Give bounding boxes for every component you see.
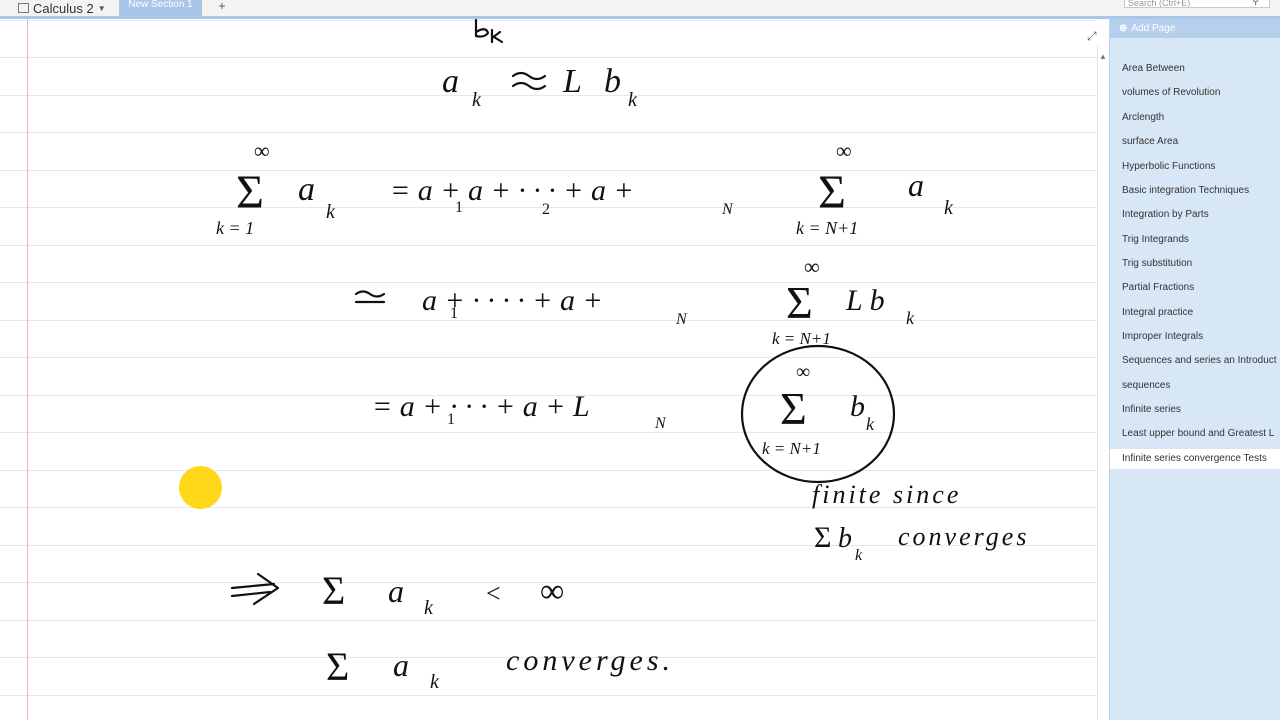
svg-text:a: a	[388, 573, 404, 609]
svg-text:<: <	[486, 579, 501, 608]
page-item[interactable]: Integral practice	[1110, 303, 1280, 323]
page-item[interactable]: Basic integration Techniques	[1110, 181, 1280, 201]
tab-section-active[interactable]: New Section 1	[119, 0, 202, 16]
svg-text:2: 2	[542, 201, 550, 218]
plus-icon: ⊕	[1119, 23, 1128, 34]
svg-text:k: k	[472, 89, 482, 111]
svg-text:b: b	[850, 390, 865, 423]
expand-icon[interactable]: ⤢	[1087, 29, 1097, 44]
handwritten-math: a k L b k ∞ Σ k = 1 a k = a + a + · · · …	[216, 19, 1029, 693]
svg-text:∞: ∞	[796, 361, 810, 383]
page-item[interactable]: Improper Integrals	[1110, 327, 1280, 347]
svg-text:N: N	[721, 201, 734, 218]
svg-text:b: b	[838, 523, 852, 554]
scroll-up-icon[interactable]: ▲	[1099, 52, 1107, 61]
page-item[interactable]: Integration by Parts	[1110, 205, 1280, 225]
page-item[interactable]: Infinite series	[1110, 400, 1280, 420]
svg-text:N: N	[675, 311, 688, 328]
svg-text:a: a	[298, 171, 315, 208]
svg-text:Σ: Σ	[814, 521, 831, 554]
svg-text:converges.: converges.	[506, 644, 674, 677]
search-input[interactable]: Search (Ctrl+E)	[1124, 0, 1270, 8]
page-item[interactable]: Partial Fractions	[1110, 278, 1280, 298]
ink-line-4: = a + · · · + a + L 1 N ∞ Σ k = N+1 b k	[372, 344, 896, 484]
svg-text:Σ: Σ	[326, 644, 349, 689]
svg-text:∞: ∞	[836, 138, 852, 163]
svg-text:= a + · · · + a + L: = a + · · · + a + L	[372, 390, 590, 423]
page-item[interactable]: Area Between	[1110, 59, 1280, 79]
notebook-selector[interactable]: Calculus 2 ▼	[0, 0, 118, 16]
page-item[interactable]: Arclength	[1110, 108, 1280, 128]
page-item-active[interactable]: Infinite series convergence Tests	[1110, 449, 1280, 469]
svg-text:L b: L b	[845, 284, 885, 317]
svg-text:k: k	[944, 197, 954, 219]
search-icon[interactable]: ⚲	[1252, 0, 1259, 7]
ink-note: finite since Σ b k converges	[812, 480, 1029, 564]
svg-text:Σ: Σ	[236, 166, 264, 219]
page-item[interactable]: volumes of Revolution	[1110, 83, 1280, 103]
svg-text:∞: ∞	[254, 138, 270, 163]
svg-text:∞: ∞	[540, 573, 564, 610]
svg-text:= a + a + · · · + a +: = a + a + · · · + a +	[390, 174, 634, 207]
svg-text:k: k	[866, 414, 875, 434]
svg-text:k = N+1: k = N+1	[796, 218, 858, 238]
ink-line-2: ∞ Σ k = 1 a k = a + a + · · · + a + 1 2 …	[216, 138, 954, 238]
page-item[interactable]: Sequences and series an Introduct	[1110, 351, 1280, 371]
svg-text:k: k	[855, 547, 863, 564]
svg-text:k: k	[430, 671, 440, 693]
svg-text:k: k	[424, 597, 434, 619]
pages-panel: ⊕ Add Page Area Between volumes of Revolu…	[1109, 19, 1280, 720]
page-item[interactable]: surface Area	[1110, 132, 1280, 152]
cursor-highlight	[179, 466, 222, 509]
svg-text:finite since: finite since	[812, 480, 961, 509]
svg-text:a: a	[393, 647, 409, 683]
page-item[interactable]: sequences	[1110, 376, 1280, 396]
vertical-scrollbar[interactable]	[1097, 46, 1108, 720]
svg-text:converges: converges	[898, 522, 1029, 551]
svg-text:L: L	[562, 63, 582, 100]
svg-text:k: k	[326, 201, 336, 223]
page-item[interactable]: Trig Integrands	[1110, 230, 1280, 250]
note-canvas[interactable]: a k L b k ∞ Σ k = 1 a k = a + a + · · · …	[0, 19, 1097, 720]
add-page-button[interactable]: ⊕ Add Page	[1110, 19, 1280, 38]
svg-text:k: k	[906, 308, 915, 328]
svg-text:Σ: Σ	[780, 383, 807, 434]
ink-line-3: a + · · · · + a + 1 N ∞ Σ k = N+1 L b k	[354, 254, 915, 348]
svg-text:N: N	[654, 415, 667, 432]
svg-text:Σ: Σ	[786, 277, 813, 328]
ink-line-1: a k L b k	[442, 63, 638, 111]
svg-text:Σ: Σ	[818, 166, 846, 219]
svg-text:a: a	[908, 167, 924, 203]
page-item[interactable]: Least upper bound and Greatest L	[1110, 424, 1280, 444]
svg-text:1: 1	[450, 305, 458, 322]
svg-text:1: 1	[447, 411, 455, 428]
svg-text:k = N+1: k = N+1	[762, 439, 821, 458]
ink-line-5: Σ a k < ∞	[230, 568, 564, 619]
notebook-icon	[18, 3, 29, 13]
notebook-name: Calculus 2	[33, 0, 94, 16]
page-item[interactable]: Trig substitution	[1110, 254, 1280, 274]
svg-text:k = 1: k = 1	[216, 218, 254, 238]
page-item[interactable]: Hyperbolic Functions	[1110, 157, 1280, 177]
add-page-label: Add Page	[1131, 23, 1176, 34]
add-section-button[interactable]: +	[214, 0, 230, 16]
ink-line-6: Σ a k converges.	[326, 644, 674, 693]
svg-text:∞: ∞	[804, 254, 820, 279]
svg-text:1: 1	[455, 199, 463, 216]
svg-text:k: k	[628, 89, 638, 111]
svg-text:a: a	[442, 63, 459, 100]
svg-text:Σ: Σ	[322, 568, 345, 613]
svg-text:b: b	[604, 63, 621, 100]
chevron-down-icon: ▼	[97, 3, 106, 13]
